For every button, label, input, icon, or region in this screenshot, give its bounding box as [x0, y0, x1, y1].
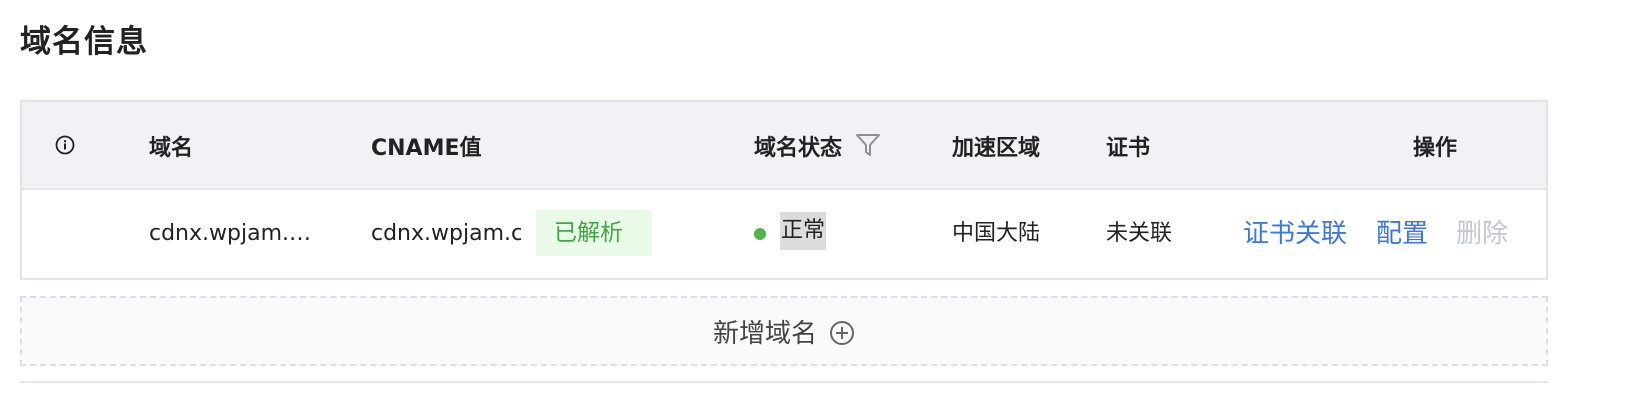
column-header-status: 域名状态: [754, 136, 843, 161]
column-header-domain: 域名: [149, 136, 194, 161]
domain-cell: cdnx.wpjam.…: [149, 221, 311, 246]
filter-icon[interactable]: [854, 131, 882, 159]
plus-circle-icon: [830, 321, 854, 345]
delete-link: 删除: [1456, 219, 1509, 249]
status-dot-icon: [754, 228, 766, 240]
divider: [20, 381, 1548, 383]
column-header-cert: 证书: [1106, 136, 1151, 161]
add-domain-label: 新增域名: [712, 318, 817, 349]
add-domain-button[interactable]: 新增域名: [20, 296, 1548, 366]
cname-cell: cdnx.wpjam.co: [371, 221, 521, 246]
table-row: cdnx.wpjam.… cdnx.wpjam.co 已解析 正常 中国大陆 未…: [22, 188, 1546, 280]
column-header-cname: CNAME值: [371, 136, 482, 161]
column-header-actions: 操作: [1413, 136, 1458, 161]
status-text: 正常: [780, 212, 827, 250]
resolved-tag: 已解析: [536, 210, 652, 256]
table-header: 域名 CNAME值 域名状态 加速区域 证书 操作: [22, 102, 1546, 190]
domain-table: 域名 CNAME值 域名状态 加速区域 证书 操作 cdnx.wpjam.… c…: [20, 100, 1548, 280]
info-circle-icon[interactable]: [55, 135, 75, 155]
associate-cert-link[interactable]: 证书关联: [1243, 188, 1347, 280]
cert-cell: 未关联: [1106, 221, 1173, 246]
region-cell: 中国大陆: [952, 221, 1041, 246]
configure-link[interactable]: 配置: [1376, 188, 1428, 280]
column-header-region: 加速区域: [952, 136, 1041, 161]
page-title: 域名信息: [20, 24, 148, 60]
